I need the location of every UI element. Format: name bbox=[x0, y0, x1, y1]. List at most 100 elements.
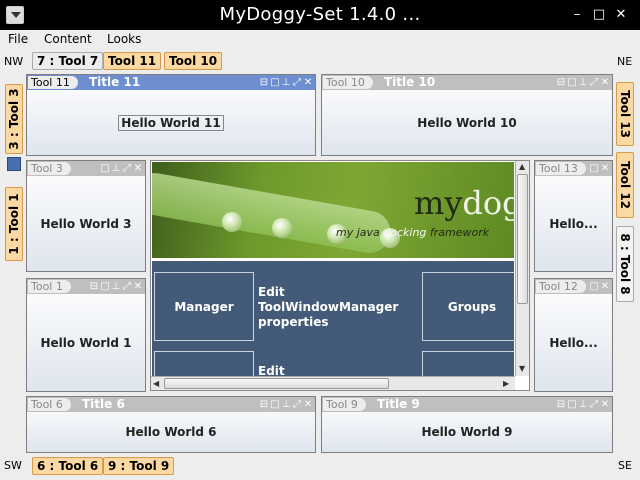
toolwindow-body-text: Hello... bbox=[549, 335, 598, 350]
float-icon[interactable]: □ bbox=[589, 280, 599, 293]
toolwindow-body-text: Hello... bbox=[549, 216, 598, 231]
toolwindow-title: Title 11 bbox=[89, 75, 141, 89]
float-icon[interactable]: □ bbox=[567, 398, 577, 411]
maximize-icon[interactable]: ⤢ bbox=[292, 76, 302, 89]
right-bar-tool13-button[interactable]: Tool 13 bbox=[616, 82, 634, 146]
pin-icon[interactable]: ⊥ bbox=[281, 76, 291, 89]
close-icon[interactable]: ✕ bbox=[600, 398, 610, 411]
close-icon[interactable]: ✕ bbox=[600, 76, 610, 89]
toolwindow-header[interactable]: Tool 13 □ ✕ bbox=[535, 161, 612, 176]
toolwindow-tab[interactable]: Tool 3 bbox=[28, 162, 71, 175]
top-bar-tool7-button[interactable]: 7 : Tool 7 bbox=[32, 52, 104, 70]
menu-content[interactable]: Content bbox=[44, 32, 92, 46]
toolwindow-header[interactable]: Tool 3 □ ⊥ ⤢ ✕ bbox=[27, 161, 145, 176]
toolwindow-tab[interactable]: Tool 9 bbox=[323, 398, 366, 411]
toolwindow-header[interactable]: Tool 12 □ ✕ bbox=[535, 279, 612, 294]
close-icon[interactable]: ✕ bbox=[612, 6, 630, 24]
float-icon[interactable]: □ bbox=[270, 76, 280, 89]
float-icon[interactable]: □ bbox=[589, 162, 599, 175]
horizontal-scrollbar[interactable]: ◀ ▶ bbox=[151, 376, 515, 390]
dock-mode-icon[interactable]: ⊟ bbox=[89, 280, 99, 293]
left-bar-tool3-button[interactable]: 3 : Tool 3 bbox=[5, 84, 23, 154]
toolwindow-title: Title 6 bbox=[82, 397, 125, 411]
float-icon[interactable]: □ bbox=[100, 162, 110, 175]
corner-ne: NE bbox=[617, 55, 633, 68]
top-bar-tool11-button[interactable]: Tool 11 bbox=[103, 52, 162, 70]
menu-looks[interactable]: Looks bbox=[107, 32, 141, 46]
close-icon[interactable]: ✕ bbox=[303, 398, 313, 411]
scroll-right-icon[interactable]: ▶ bbox=[503, 379, 509, 388]
bottom-bar-tool6-button[interactable]: 6 : Tool 6 bbox=[32, 457, 104, 475]
toolwindow-header[interactable]: Tool 11 Title 11 ⊟ □ ⊥ ⤢ ✕ bbox=[27, 75, 315, 90]
menu-file[interactable]: File bbox=[8, 32, 28, 46]
toolwindow-title: Title 9 bbox=[377, 397, 420, 411]
toolwindow-tool11[interactable]: Tool 11 Title 11 ⊟ □ ⊥ ⤢ ✕ Hello World 1… bbox=[26, 74, 316, 156]
toolwindow-tool3[interactable]: Tool 3 □ ⊥ ⤢ ✕ Hello World 3 bbox=[26, 160, 146, 272]
title-bar[interactable]: MyDoggy-Set 1.4.0 ... – □ ✕ bbox=[0, 0, 640, 30]
mydoggy-banner-image: mydogg my java docking framework bbox=[152, 162, 514, 258]
toolwindow-tool1[interactable]: Tool 1 ⊟ □ ⊥ ⤢ ✕ Hello World 1 bbox=[26, 278, 146, 392]
minimize-icon[interactable]: – bbox=[568, 6, 586, 24]
next-cell-right[interactable] bbox=[422, 351, 514, 376]
vertical-scroll-thumb[interactable] bbox=[517, 174, 528, 304]
toolwindow-tool9[interactable]: Tool 9 Title 9 ⊟ □ ⊥ ⤢ ✕ Hello World 9 bbox=[321, 396, 613, 453]
toolwindow-tool13[interactable]: Tool 13 □ ✕ Hello... bbox=[534, 160, 613, 272]
toolwindow-tab[interactable]: Tool 6 bbox=[28, 398, 71, 411]
toolwindow-tool10[interactable]: Tool 10 Title 10 ⊟ □ ⊥ ⤢ ✕ Hello World 1… bbox=[321, 74, 613, 156]
horizontal-scroll-thumb[interactable] bbox=[164, 378, 389, 389]
toolwindow-header[interactable]: Tool 9 Title 9 ⊟ □ ⊥ ⤢ ✕ bbox=[322, 397, 612, 412]
toolwindow-tool6[interactable]: Tool 6 Title 6 ⊟ □ ⊥ ⤢ ✕ Hello World 6 bbox=[26, 396, 316, 453]
float-icon[interactable]: □ bbox=[100, 280, 110, 293]
close-icon[interactable]: ✕ bbox=[600, 162, 610, 175]
dock-mode-icon[interactable]: ⊟ bbox=[556, 76, 566, 89]
toolwindow-tab[interactable]: Tool 12 bbox=[536, 280, 586, 293]
toolwindow-header[interactable]: Tool 6 Title 6 ⊟ □ ⊥ ⤢ ✕ bbox=[27, 397, 315, 412]
maximize-icon[interactable]: ⤢ bbox=[122, 162, 132, 175]
next-cell[interactable] bbox=[154, 351, 254, 376]
manager-cell[interactable]: Manager bbox=[154, 272, 254, 341]
dock-mode-icon[interactable]: ⊟ bbox=[259, 76, 269, 89]
maximize-icon[interactable]: ⤢ bbox=[589, 76, 599, 89]
right-bar-tool12-button[interactable]: Tool 12 bbox=[616, 152, 634, 218]
scroll-down-icon[interactable]: ▼ bbox=[519, 364, 525, 373]
dock-mode-icon[interactable]: ⊟ bbox=[259, 398, 269, 411]
main-content-area[interactable]: mydogg my java docking framework Manager… bbox=[150, 160, 530, 391]
dock-mode-icon[interactable]: ⊟ bbox=[556, 398, 566, 411]
save-icon[interactable] bbox=[7, 157, 21, 171]
float-icon[interactable]: □ bbox=[567, 76, 577, 89]
close-icon[interactable]: ✕ bbox=[133, 162, 143, 175]
toolwindow-tab[interactable]: Tool 13 bbox=[536, 162, 586, 175]
close-icon[interactable]: ✕ bbox=[133, 280, 143, 293]
maximize-icon[interactable]: ⤢ bbox=[122, 280, 132, 293]
close-icon[interactable]: ✕ bbox=[600, 280, 610, 293]
maximize-icon[interactable]: ⤢ bbox=[292, 398, 302, 411]
maximize-icon[interactable]: ⤢ bbox=[589, 398, 599, 411]
pin-icon[interactable]: ⊥ bbox=[281, 398, 291, 411]
pin-icon[interactable]: ⊥ bbox=[578, 398, 588, 411]
toolwindow-body-text: Hello World 3 bbox=[40, 216, 132, 231]
float-icon[interactable]: □ bbox=[270, 398, 280, 411]
toolwindow-tab[interactable]: Tool 1 bbox=[28, 280, 71, 293]
top-bar-tool10-button[interactable]: Tool 10 bbox=[164, 52, 223, 70]
scroll-up-icon[interactable]: ▲ bbox=[519, 162, 525, 171]
pin-icon[interactable]: ⊥ bbox=[111, 280, 121, 293]
vertical-scrollbar[interactable]: ▲ ▼ bbox=[515, 161, 529, 376]
left-bar-tool1-button[interactable]: 1 : Tool 1 bbox=[5, 187, 23, 261]
toolwindow-header[interactable]: Tool 10 Title 10 ⊟ □ ⊥ ⤢ ✕ bbox=[322, 75, 612, 90]
right-bar-tool13-label: Tool 13 bbox=[618, 89, 632, 139]
toolwindow-tab[interactable]: Tool 10 bbox=[323, 76, 373, 89]
corner-sw: SW bbox=[4, 459, 22, 472]
toolwindow-header[interactable]: Tool 1 ⊟ □ ⊥ ⤢ ✕ bbox=[27, 279, 145, 294]
groups-cell[interactable]: Groups bbox=[422, 272, 514, 341]
toolwindow-tab[interactable]: Tool 11 bbox=[28, 76, 78, 89]
scroll-left-icon[interactable]: ◀ bbox=[153, 379, 159, 388]
pin-icon[interactable]: ⊥ bbox=[578, 76, 588, 89]
close-icon[interactable]: ✕ bbox=[303, 76, 313, 89]
toolwindow-tool12[interactable]: Tool 12 □ ✕ Hello... bbox=[534, 278, 613, 392]
bottom-bar-tool9-button[interactable]: 9 : Tool 9 bbox=[103, 457, 175, 475]
pin-icon[interactable]: ⊥ bbox=[111, 162, 121, 175]
right-bar-tool8-button[interactable]: 8 : Tool 8 bbox=[616, 226, 634, 302]
app-window: MyDoggy-Set 1.4.0 ... – □ ✕ File Content… bbox=[0, 0, 640, 480]
maximize-icon[interactable]: □ bbox=[590, 6, 608, 24]
banner-brand: mydogg bbox=[414, 184, 514, 222]
